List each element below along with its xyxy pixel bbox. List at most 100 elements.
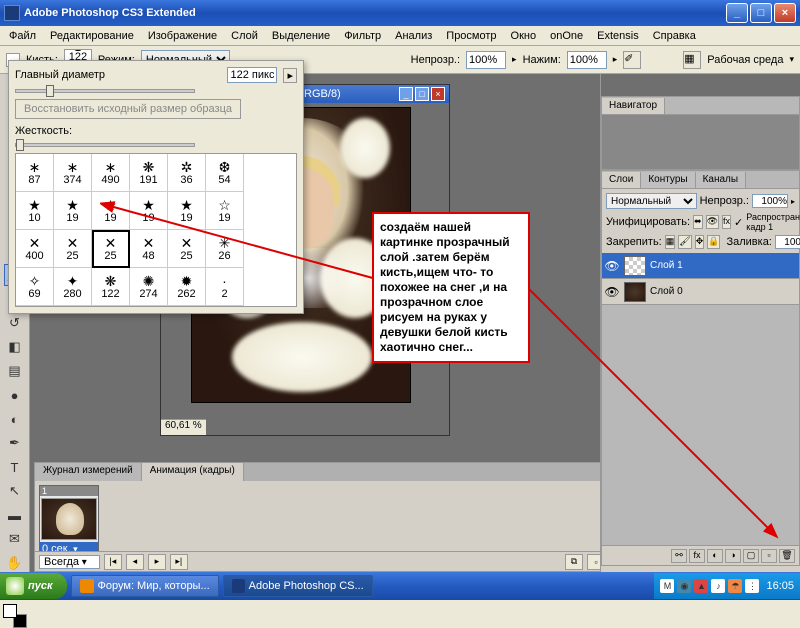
workspace-label[interactable]: Рабочая среда [707,54,783,66]
close-button[interactable]: × [774,3,796,23]
hand-tool[interactable]: ✋ [4,552,26,574]
layer-fill-input[interactable] [775,235,800,249]
tray-icon[interactable]: ◉ [677,579,691,593]
tab-navigator[interactable]: Навигатор [602,98,665,114]
lock-trans-icon[interactable]: ▦ [665,235,676,249]
brush-preset-cell[interactable]: ∗490 [92,154,130,192]
visibility-icon[interactable]: 👁 [604,285,620,299]
brush-preset-cell[interactable]: ☆19 [206,192,244,230]
layer-group-button[interactable]: ▢ [743,549,759,563]
brush-preset-cell[interactable]: ✲36 [168,154,206,192]
menu-edit[interactable]: Редактирование [43,28,141,44]
brush-preset-cell[interactable]: ★19 [92,192,130,230]
menu-filter[interactable]: Фильтр [337,28,388,44]
diameter-slider[interactable] [15,89,195,93]
tab-paths[interactable]: Контуры [641,172,695,188]
menu-view[interactable]: Просмотр [439,28,503,44]
tray-icon[interactable]: ▲ [694,579,708,593]
history-brush-tool[interactable]: ↺ [4,312,26,334]
menu-extensis[interactable]: Extensis [590,28,646,44]
panel-menu-icon[interactable]: ▸ [283,68,297,83]
tab-layers[interactable]: Слои [602,172,641,188]
layer-opacity-input[interactable] [752,194,788,208]
tab-measurement-log[interactable]: Журнал измерений [35,463,142,481]
doc-min-button[interactable]: _ [399,87,413,101]
diameter-input[interactable] [227,67,277,83]
start-button[interactable]: пуск [0,573,67,599]
link-layers-button[interactable]: ⚯ [671,549,687,563]
brush-preset-cell[interactable]: ★19 [54,192,92,230]
navigator-thumb[interactable] [602,115,799,169]
taskbar-clock[interactable]: 16:05 [766,580,794,592]
brush-preset-cell[interactable]: ❆54 [206,154,244,192]
loop-select[interactable]: Всегда ▾ [39,555,100,569]
gradient-tool[interactable]: ▤ [4,360,26,382]
layer-row[interactable]: 👁Слой 0 [602,279,799,305]
lock-all-icon[interactable]: 🔒 [707,235,720,249]
brush-preset-cell[interactable]: ∗87 [16,154,54,192]
menu-layer[interactable]: Слой [224,28,265,44]
blur-tool[interactable]: ● [4,384,26,406]
brush-preset-cell[interactable]: ✦280 [54,268,92,306]
brush-preset-cell[interactable]: ✕25 [54,230,92,268]
brush-preset-cell[interactable]: ✕48 [130,230,168,268]
menu-select[interactable]: Выделение [265,28,337,44]
brush-preset-cell[interactable]: ✺274 [130,268,168,306]
minimize-button[interactable]: _ [726,3,748,23]
menu-image[interactable]: Изображение [141,28,224,44]
unify-pos-icon[interactable]: ⬌ [693,215,703,229]
tray-icon[interactable]: M [660,579,674,593]
tab-channels[interactable]: Каналы [696,172,747,188]
doc-max-button[interactable]: □ [415,87,429,101]
brush-preset-cell[interactable]: ★19 [168,192,206,230]
tab-animation[interactable]: Анимация (кадры) [142,463,244,481]
visibility-icon[interactable]: 👁 [604,259,620,273]
delete-layer-button[interactable]: 🗑 [779,549,795,563]
menu-file[interactable]: Файл [2,28,43,44]
layer-fx-button[interactable]: fx [689,549,705,563]
hardness-slider[interactable] [15,143,195,147]
tween-button[interactable]: ⧉ [565,554,583,570]
tray-icon[interactable]: ♪ [711,579,725,593]
layer-mask-button[interactable]: ◐ [707,549,723,563]
adjustment-layer-button[interactable]: ◑ [725,549,741,563]
notes-tool[interactable]: ✉ [4,528,26,550]
brush-preset-cell[interactable]: ★10 [16,192,54,230]
reset-brush-button[interactable]: Восстановить исходный размер образца [15,99,241,119]
next-frame-button[interactable]: ▸| [170,554,188,570]
first-frame-button[interactable]: |◂ [104,554,122,570]
prev-frame-button[interactable]: ◂ [126,554,144,570]
unify-vis-icon[interactable]: 👁 [706,215,719,229]
play-button[interactable]: ▸ [148,554,166,570]
menu-help[interactable]: Справка [646,28,703,44]
airbrush-icon[interactable]: ✐ [623,51,641,69]
opacity-input[interactable] [466,51,506,69]
type-tool[interactable]: T [4,456,26,478]
brush-preset-cell[interactable]: ·2 [206,268,244,306]
lock-move-icon[interactable]: ✥ [695,235,705,249]
tray-icon[interactable]: ☂ [728,579,742,593]
path-tool[interactable]: ↖ [4,480,26,502]
animation-frame[interactable]: 1 0 сек. ▾ [39,485,99,557]
layer-row[interactable]: 👁Слой 1 [602,253,799,279]
brush-preset-cell[interactable]: ✧69 [16,268,54,306]
brush-preset-cell[interactable]: ★19 [130,192,168,230]
maximize-button[interactable]: □ [750,3,772,23]
dodge-tool[interactable]: ◐ [4,408,26,430]
brush-preset-cell[interactable]: ❋191 [130,154,168,192]
unify-style-icon[interactable]: fx [722,215,731,229]
menu-analysis[interactable]: Анализ [388,28,439,44]
taskbar-item-browser[interactable]: Форум: Мир, которы... [71,575,219,597]
brush-preset-cell[interactable]: ✹262 [168,268,206,306]
brush-preset-cell[interactable]: ✕400 [16,230,54,268]
new-layer-button[interactable]: ▫ [761,549,777,563]
eraser-tool[interactable]: ◧ [4,336,26,358]
shape-tool[interactable]: ▬ [4,504,26,526]
layer-blend-select[interactable]: Нормальный [606,193,697,209]
brush-preset-cell[interactable]: ❋122 [92,268,130,306]
menu-window[interactable]: Окно [504,28,544,44]
brush-preset-cell[interactable]: ✕25 [168,230,206,268]
lock-paint-icon[interactable]: 🖌 [678,235,691,249]
flow-input[interactable] [567,51,607,69]
brush-preset-cell[interactable]: ∗374 [54,154,92,192]
